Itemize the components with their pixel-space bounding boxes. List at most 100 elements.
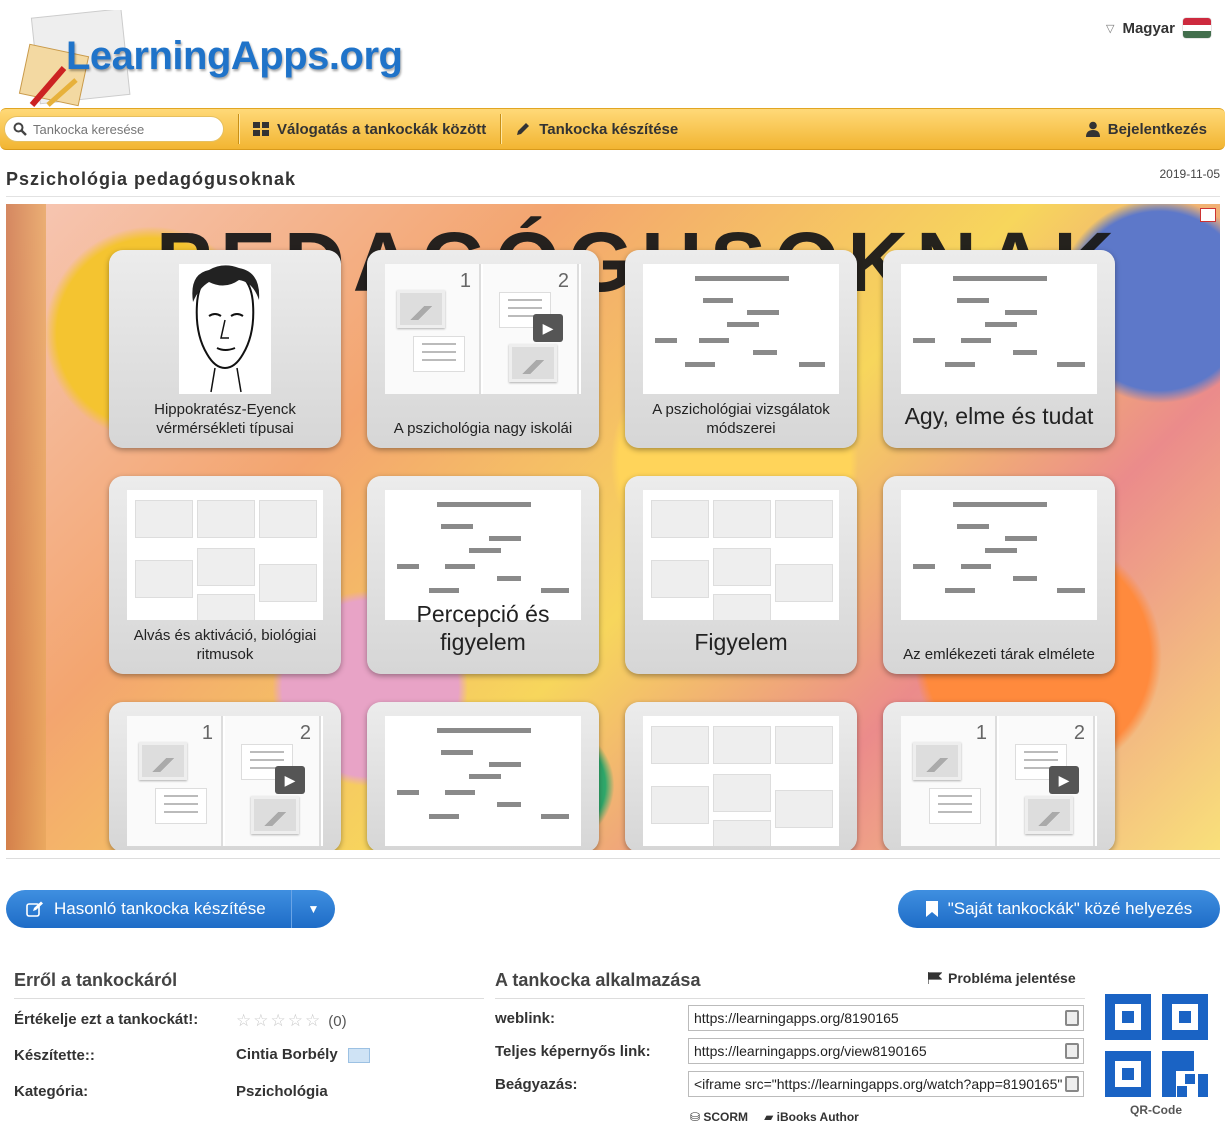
- app-card[interactable]: 1 2 ▶ A pszichológia nagy iskolái: [367, 250, 599, 448]
- grid-thumbnail: [127, 490, 323, 620]
- divider: [14, 998, 484, 999]
- fullscreen-link-field[interactable]: https://learningapps.org/view8190165: [688, 1038, 1084, 1064]
- caret-down-icon[interactable]: ▼: [292, 902, 335, 916]
- nav-browse-label: Válogatás a tankockák között: [277, 120, 487, 138]
- thumb-part-2: 2 ▶: [225, 716, 321, 846]
- nav-login[interactable]: Bejelentkezés: [1085, 120, 1207, 138]
- divider: [6, 858, 1220, 859]
- star-icon[interactable]: ☆: [305, 1011, 320, 1031]
- app-card-title: Percepció és figyelem: [416, 601, 550, 655]
- category-label: Kategória:: [14, 1083, 89, 1100]
- edit-icon: [26, 901, 43, 917]
- page-title: Pszichológia pedagógusoknak: [6, 169, 297, 189]
- image-icon: [913, 742, 961, 780]
- language-selector[interactable]: ▽ Magyar: [1106, 18, 1211, 38]
- embed-code-value: <iframe src="https://learningapps.org/wa…: [694, 1076, 1063, 1092]
- app-card-title: Az emlékezeti tárak elmélete: [903, 646, 1095, 663]
- title-row: Pszichológia pedagógusoknak 2019-11-05: [6, 165, 1220, 197]
- author-name[interactable]: Cintia Borbély: [236, 1046, 338, 1063]
- weblink-field[interactable]: https://learningapps.org/8190165: [688, 1005, 1084, 1031]
- rating-count: (0): [328, 1012, 347, 1030]
- app-card-title: Agy, elme és tudat: [904, 403, 1094, 429]
- app-card[interactable]: Hippokratész-Eyenck vérmérsékleti típusa…: [109, 250, 341, 448]
- category-value[interactable]: Pszichológia: [236, 1083, 328, 1100]
- usage-title: A tankocka alkalmazása: [495, 970, 701, 990]
- create-similar-main[interactable]: Hasonló tankocka készítése: [6, 890, 292, 928]
- rating-stars[interactable]: ☆ ☆ ☆ ☆ ☆ (0): [236, 1011, 347, 1031]
- create-similar-button[interactable]: Hasonló tankocka készítése ▼: [6, 890, 335, 928]
- app-card[interactable]: Percepció és figyelem: [367, 476, 599, 674]
- part-number: 2: [299, 722, 311, 744]
- app-card[interactable]: [625, 702, 857, 850]
- embed-code-field[interactable]: <iframe src="https://learningapps.org/wa…: [688, 1071, 1084, 1097]
- bars-thumbnail: [901, 264, 1097, 394]
- scorm-label: SCORM: [703, 1110, 749, 1124]
- publish-date: 2019-11-05: [1159, 167, 1221, 181]
- bars-thumbnail: [385, 716, 581, 846]
- portrait-thumbnail: [179, 264, 271, 394]
- logo[interactable]: LearningApps.org: [66, 34, 403, 79]
- thumb-part-1: 1: [385, 264, 481, 394]
- part-number: 1: [975, 722, 987, 744]
- nav-create[interactable]: Tankocka készítése: [515, 121, 678, 138]
- search-icon: [13, 122, 27, 136]
- fullscreen-label: Teljes képernyős link:: [495, 1043, 651, 1060]
- app-card-title: Hippokratész-Eyenck vérmérsékleti típusa…: [154, 401, 296, 437]
- save-to-my-apps-button[interactable]: "Saját tankockák" közé helyezés: [898, 890, 1220, 928]
- video-icon: ▶: [533, 314, 563, 342]
- search-box[interactable]: [4, 116, 224, 142]
- app-card[interactable]: [367, 702, 599, 850]
- pencil-icon: [517, 123, 530, 135]
- flag-icon: [928, 972, 942, 984]
- image-icon: [397, 290, 445, 328]
- save-to-my-apps-label: "Saját tankockák" közé helyezés: [947, 899, 1193, 918]
- app-card[interactable]: Az emlékezeti tárak elmélete: [883, 476, 1115, 674]
- fullscreen-link-value: https://learningapps.org/view8190165: [694, 1043, 927, 1059]
- author-row: Cintia Borbély: [236, 1046, 370, 1063]
- hungary-flag-icon: [1183, 18, 1211, 38]
- copy-icon[interactable]: [1065, 1043, 1079, 1059]
- text-icon: [413, 336, 465, 372]
- star-icon[interactable]: ☆: [236, 1011, 251, 1031]
- embed-label: Beágyazás:: [495, 1076, 578, 1093]
- copy-icon[interactable]: [1065, 1010, 1079, 1026]
- copy-icon[interactable]: [1065, 1076, 1079, 1092]
- two-part-thumbnail: 1 2 ▶: [385, 264, 581, 394]
- nav-login-label: Bejelentkezés: [1107, 120, 1207, 138]
- rate-label: Értékelje ezt a tankockát!:: [14, 1011, 199, 1028]
- app-card[interactable]: Alvás és aktiváció, biológiai ritmusok: [109, 476, 341, 674]
- chevron-down-icon: ▽: [1106, 22, 1115, 35]
- export-links: ⛁ SCORM ▰ iBooks Author: [690, 1110, 859, 1124]
- app-card[interactable]: 1 2 ▶: [109, 702, 341, 850]
- board-background-spine: [6, 204, 46, 850]
- author-label: Készítette::: [14, 1047, 95, 1064]
- star-icon[interactable]: ☆: [271, 1011, 286, 1031]
- part-number: 2: [557, 270, 569, 292]
- expand-icon[interactable]: [1200, 208, 1216, 222]
- mail-icon[interactable]: [347, 1047, 370, 1063]
- part-number: 1: [459, 270, 471, 292]
- thumb-part-1: 1: [127, 716, 223, 846]
- app-card-title: A pszichológia nagy iskolái: [393, 420, 573, 437]
- star-icon[interactable]: ☆: [253, 1011, 268, 1031]
- divider: [495, 998, 1085, 999]
- thumb-part-1: 1: [901, 716, 997, 846]
- part-number: 1: [201, 722, 213, 744]
- bars-thumbnail: [643, 264, 839, 394]
- star-icon[interactable]: ☆: [288, 1011, 303, 1031]
- app-card[interactable]: A pszichológiai vizsgálatok módszerei: [625, 250, 857, 448]
- qr-code-icon[interactable]: [1105, 994, 1208, 1097]
- nav-bar: Válogatás a tankockák között Tankocka ké…: [0, 108, 1225, 150]
- app-card[interactable]: Agy, elme és tudat: [883, 250, 1115, 448]
- search-input[interactable]: [33, 121, 203, 137]
- report-problem-link[interactable]: Probléma jelentése: [928, 970, 1076, 986]
- face-drawing-icon: [192, 265, 260, 393]
- image-icon: [509, 344, 557, 382]
- bars-thumbnail: [901, 490, 1097, 620]
- ibooks-link[interactable]: ▰ iBooks Author: [764, 1110, 859, 1124]
- about-title: Erről a tankockáról: [14, 970, 178, 990]
- nav-browse[interactable]: Válogatás a tankockák között: [253, 121, 486, 138]
- app-card[interactable]: 1 2 ▶: [883, 702, 1115, 850]
- app-card[interactable]: Figyelem: [625, 476, 857, 674]
- scorm-link[interactable]: ⛁ SCORM: [690, 1110, 748, 1124]
